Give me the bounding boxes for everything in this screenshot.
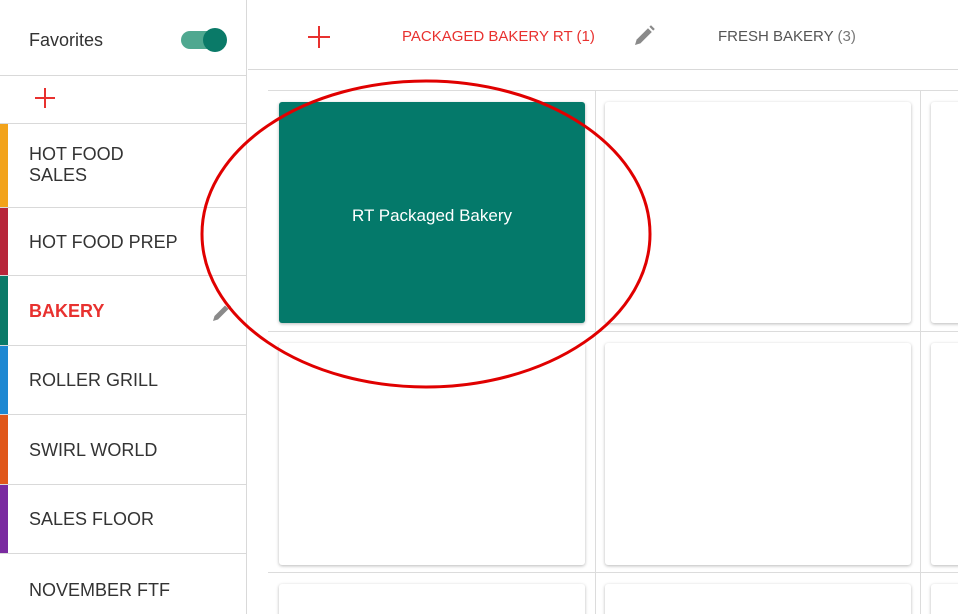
category-color-bar [0, 554, 8, 614]
grid-divider [920, 90, 921, 614]
sidebar-item-label: HOT FOOD SALES [29, 144, 124, 185]
app-window: Favorites HOT FOOD SALES HOT FOOD PREP B… [0, 0, 958, 614]
tab-label: FRESH BAKERY [718, 28, 834, 45]
plus-icon [308, 26, 330, 48]
item-tile-rt-packaged-bakery[interactable]: RT Packaged Bakery [279, 102, 585, 323]
category-color-bar [0, 276, 8, 345]
empty-item-tile[interactable] [605, 343, 911, 565]
edit-category-pencil-icon[interactable] [210, 302, 232, 324]
tab-count: (3) [837, 28, 856, 45]
add-category-button[interactable] [0, 76, 246, 124]
empty-item-tile[interactable] [279, 584, 585, 614]
category-sidebar: Favorites HOT FOOD SALES HOT FOOD PREP B… [0, 0, 247, 614]
grid-divider [268, 331, 958, 332]
sidebar-item-hot-food-sales[interactable]: HOT FOOD SALES [0, 124, 246, 208]
grid-divider [595, 90, 596, 614]
tab-count: (1) [576, 28, 595, 45]
category-color-bar [0, 208, 8, 275]
add-subcategory-button[interactable] [306, 24, 332, 50]
empty-item-tile[interactable] [931, 102, 958, 323]
favorites-label: Favorites [29, 30, 104, 50]
grid-divider [268, 572, 958, 573]
tab-packaged-bakery-rt[interactable]: PACKAGED BAKERY RT (1) [402, 28, 595, 45]
favorites-row: Favorites [0, 0, 246, 76]
category-color-bar [0, 415, 8, 484]
empty-item-tile[interactable] [931, 343, 958, 565]
sidebar-item-november-ftf[interactable]: NOVEMBER FTF [0, 554, 246, 614]
subcategory-tab-bar: PACKAGED BAKERY RT (1) FRESH BAKERY (3) [248, 0, 958, 70]
category-color-bar [0, 124, 8, 207]
empty-item-tile[interactable] [605, 584, 911, 614]
tab-label: PACKAGED BAKERY RT [402, 28, 573, 45]
sidebar-item-label: HOT FOOD PREP [29, 232, 178, 252]
sidebar-item-label: SWIRL WORLD [29, 440, 158, 460]
tab-fresh-bakery[interactable]: FRESH BAKERY (3) [718, 28, 856, 45]
empty-item-tile[interactable] [605, 102, 911, 323]
tile-label: RT Packaged Bakery [351, 206, 512, 225]
favorites-toggle[interactable] [181, 28, 227, 52]
empty-item-tile[interactable] [279, 343, 585, 565]
sidebar-item-roller-grill[interactable]: ROLLER GRILL [0, 346, 246, 415]
grid-divider [268, 90, 958, 91]
category-color-bar [0, 485, 8, 553]
sidebar-item-bakery[interactable]: BAKERY [0, 276, 246, 346]
sidebar-item-label: NOVEMBER FTF [29, 580, 171, 600]
toggle-knob [203, 28, 227, 52]
sidebar-item-sales-floor[interactable]: SALES FLOOR [0, 485, 246, 554]
sidebar-item-label: ROLLER GRILL [29, 370, 159, 390]
sidebar-item-hot-food-prep[interactable]: HOT FOOD PREP [0, 208, 246, 276]
category-color-bar [0, 346, 8, 414]
sidebar-item-swirl-world[interactable]: SWIRL WORLD [0, 415, 246, 485]
sidebar-item-label: BAKERY [29, 301, 105, 321]
edit-tab-pencil-icon[interactable] [632, 24, 656, 48]
sidebar-item-label: SALES FLOOR [29, 509, 155, 529]
plus-icon [35, 88, 55, 108]
item-grid: RT Packaged Bakery [248, 71, 958, 614]
empty-item-tile[interactable] [931, 584, 958, 614]
